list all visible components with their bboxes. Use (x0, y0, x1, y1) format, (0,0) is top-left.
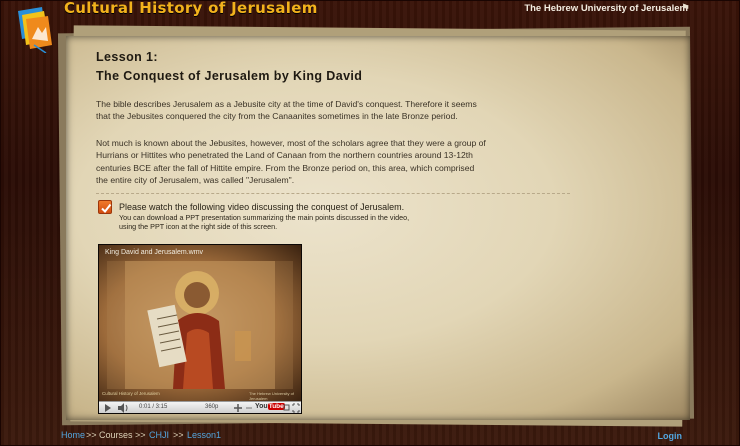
breadcrumb-course[interactable]: CHJI (149, 430, 169, 440)
fullscreen-icon[interactable] (292, 403, 300, 413)
lesson-number: Lesson 1: (96, 50, 158, 64)
university-name[interactable]: The Hebrew University of Jerusalem (524, 3, 688, 14)
breadcrumb-separator: >> Courses >> (86, 430, 146, 440)
youtube-logo[interactable]: YouTube (255, 403, 285, 413)
size-icon[interactable] (283, 403, 290, 413)
video-player[interactable]: King David and Jerusalem.wmv Cultural Hi… (98, 244, 302, 414)
jebusites-paragraph: Not much is known about the Jebusites, h… (96, 137, 546, 186)
expand-icon[interactable] (245, 403, 253, 413)
paragraph-line: Not much is known about the Jebusites, h… (96, 138, 486, 148)
pop-out-icon[interactable] (233, 403, 243, 413)
video-download-note: using the PPT icon at the right side of … (119, 222, 278, 231)
paragraph-line: The bible describes Jerusalem as a Jebus… (96, 99, 477, 109)
paragraph-line: centuries BCE after the fall of Hittite … (96, 162, 475, 173)
video-caption-left: Cultural History of Jerusalem (102, 391, 160, 396)
video-title: King David and Jerusalem.wmv (105, 249, 204, 256)
site-logo-icon (18, 7, 52, 53)
header: Cultural History of Jerusalem The Hebrew… (0, 0, 740, 53)
intro-paragraph: The bible describes Jerusalem as a Jebus… (96, 98, 546, 123)
university-emblem-icon: ⚑ (681, 3, 690, 14)
site-title[interactable]: Cultural History of Jerusalem (64, 0, 318, 17)
play-icon[interactable] (103, 403, 113, 413)
video-controls: 0:01 / 3:15 360p YouTube (99, 401, 301, 413)
video-checkbox[interactable] (98, 200, 112, 214)
paragraph-line: the entire city of Jerusalem, was called… (96, 174, 295, 185)
video-time: 0:01 / 3:15 (139, 404, 168, 410)
paragraph-line: Hurrians or Hittites who penetrated the … (96, 150, 473, 161)
paragraph-line: that the Jebusites conquered the city fr… (96, 111, 458, 122)
video-frame[interactable]: King David and Jerusalem.wmv Cultural Hi… (99, 245, 301, 401)
video-caption-right: The Hebrew University of Jerusalem (249, 391, 294, 401)
checkmark-icon (101, 203, 112, 214)
youtube-you: You (255, 403, 268, 410)
login-link[interactable]: Login (658, 431, 683, 441)
footer: Home >> Courses >> CHJI >> Lesson1 Login (0, 426, 740, 446)
volume-icon[interactable] (117, 403, 129, 413)
breadcrumb-lesson[interactable]: Lesson1 (187, 430, 221, 440)
divider (96, 193, 570, 194)
video-instruction: Please watch the following video discuss… (119, 202, 405, 212)
breadcrumb-home[interactable]: Home (61, 430, 85, 440)
breadcrumb-separator: >> (173, 430, 184, 440)
king-david-icon-image (107, 261, 293, 389)
quality-selector[interactable]: 360p (205, 404, 218, 410)
lesson-title: The Conquest of Jerusalem by King David (96, 69, 363, 83)
